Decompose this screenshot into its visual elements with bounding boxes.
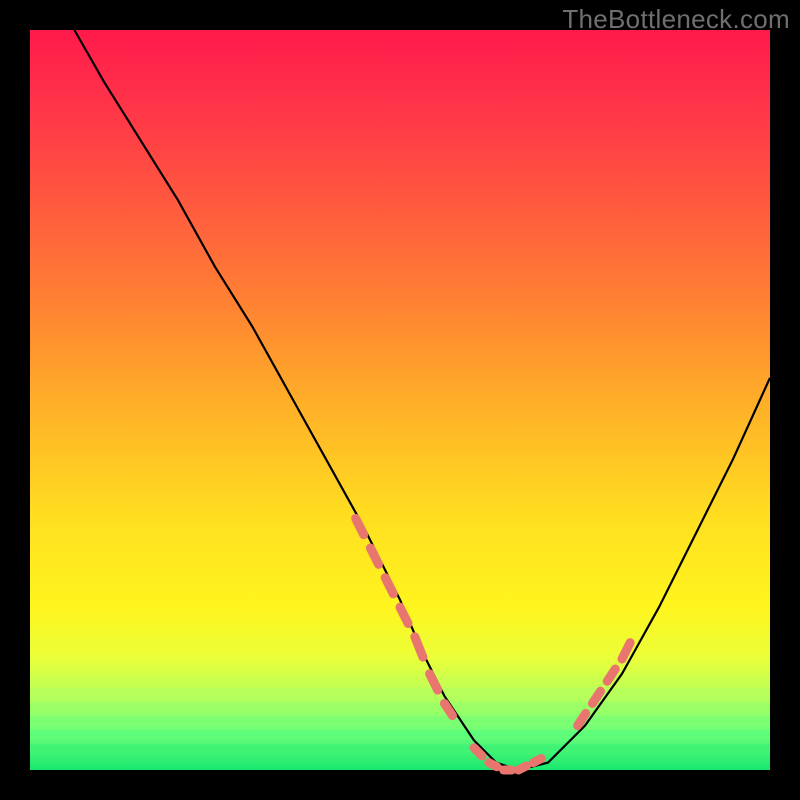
highlight-dash — [578, 713, 586, 725]
highlight-dash — [489, 763, 497, 767]
highlight-dash — [622, 643, 630, 659]
highlight-dashes — [356, 518, 630, 770]
plot-area — [30, 30, 770, 770]
highlight-dash — [385, 578, 393, 594]
curve-layer — [30, 30, 770, 770]
highlight-dash — [533, 759, 541, 763]
chart-frame: TheBottleneck.com — [0, 0, 800, 800]
highlight-dash — [400, 607, 408, 623]
highlight-dash — [592, 691, 600, 703]
highlight-dash — [518, 766, 526, 770]
highlight-dash — [430, 674, 438, 690]
watermark-text: TheBottleneck.com — [562, 4, 790, 35]
highlight-dash — [415, 637, 423, 657]
highlight-dash — [356, 518, 364, 534]
highlight-dash — [474, 748, 482, 756]
highlight-dash — [607, 669, 615, 681]
highlight-dash — [370, 548, 378, 564]
